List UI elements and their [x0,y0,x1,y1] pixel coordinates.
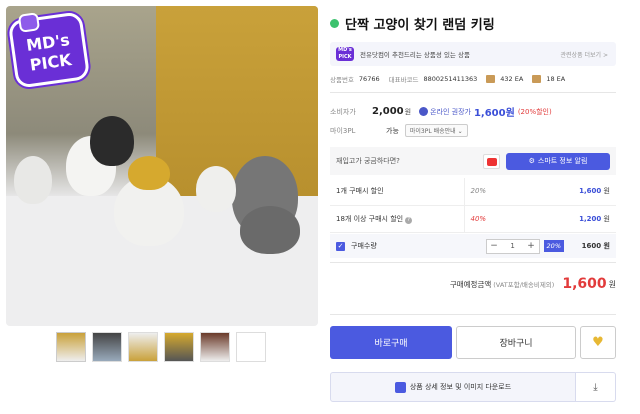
box-icon [486,75,496,83]
product-code: 76766 [358,75,380,83]
cat-figure-back-white [196,166,236,212]
heart-icon[interactable]: ♥ [580,326,616,359]
table-row: 1개 구매시 할인 20% 1,600 원 [330,178,616,206]
stock-qty-2: 18 EA [546,75,566,83]
product-main-image: MD's PICK [6,6,318,326]
online-price-tag: 온라인 권장가 [419,107,471,117]
thumbnail-4[interactable] [164,332,194,362]
discount-label: 18개 이상 구매시 할인 [336,214,404,223]
image-icon [394,381,406,393]
add-to-cart-button[interactable]: 장바구니 [456,326,576,359]
quantity-row: ✓ 구매수량 − 1 + 20% 1600 원 [330,234,616,258]
quantity-checkbox[interactable]: ✓ [336,241,345,251]
product-code-label: 상품번호 [330,76,354,84]
md-pick-banner: MD's PICK 전유닷컴이 추천드리는 상품성 있는 상품 관련상품 더보기… [330,42,616,66]
discount-rate: 40% [463,205,536,233]
cat-figure-gray-body [240,206,300,254]
thumbnail-strip [56,332,266,362]
mai3pl-shipping-button[interactable]: 마이3PL 배송안내 ⌄ [404,124,468,137]
total-label: 구매예정금액 [449,279,492,289]
info-icon[interactable]: ? [405,216,413,224]
product-title: 단짝 고양이 찾기 랜덤 키링 [345,18,495,33]
buy-now-button[interactable]: 바로구매 [330,326,452,359]
md-pick-mini-badge: MD's PICK [336,47,354,61]
md-pick-badge: MD's PICK [7,11,91,89]
download-label: 상품 상세 정보 및 이미지 다운로드 [409,383,512,391]
cat-figure-black-white [90,116,134,166]
quantity-stepper: − 1 + [485,238,540,254]
minus-button[interactable]: − [487,241,502,251]
download-icon[interactable]: ⤓ [576,372,616,402]
download-row: 상품 상세 정보 및 이미지 다운로드 ⤓ [330,372,616,402]
discount-price: 1,600 [579,187,602,196]
restock-box: 재입고가 궁금하다면? ⚙ 스마트 정보 알림 [330,147,616,175]
thumbnail-2[interactable] [92,332,122,362]
restock-question: 재입고가 궁금하다면? [336,157,400,165]
product-meta: 상품번호 76766 대표바코드 8800251411363 432 EA 18… [330,74,565,84]
mai3pl-availability: 가능 [386,126,399,135]
background-wall [156,6,318,196]
download-detail-button[interactable]: 상품 상세 정보 및 이미지 다운로드 [330,372,576,402]
divider [330,262,616,263]
mai3pl-row: 마이3PL 가능 마이3PL 배송안내 ⌄ [330,124,468,137]
quantity-input[interactable]: 1 [502,242,524,250]
total-price-unit: 원 [608,279,616,289]
quantity-price: 1600 원 [581,242,610,250]
consumer-price-label: 소비자가 [330,107,356,116]
gear-icon: ⚙ [528,157,535,165]
md-pick-text: 전유닷컴이 추천드리는 상품성 있는 상품 [360,51,470,59]
quantity-label: 구매수량 [351,242,377,250]
online-price: 1,600원 [473,108,515,119]
smart-info-label: 스마트 정보 알림 [537,157,588,165]
mai3pl-label: 마이3PL [330,126,356,135]
action-buttons: 바로구매 장바구니 ♥ [330,326,616,359]
thumbnail-6[interactable] [236,332,266,362]
thumbnail-5[interactable] [200,332,230,362]
smart-info-alert-button[interactable]: ⚙ 스마트 정보 알림 [506,152,610,170]
thumbnail-1[interactable] [56,332,86,362]
consumer-price: 2,000 [372,106,404,117]
online-price-label: 온라인 권장가 [430,107,471,116]
cat-figure-left [14,156,52,204]
discount-rate: 20% [463,178,536,206]
discount-price-unit: 원 [603,187,610,196]
divider [330,92,616,93]
product-title-row: 단짝 고양이 찾기 랜덤 키링 [330,14,495,33]
table-row: 18개 이상 구매시 할인? 40% 1,200 원 [330,205,616,233]
cat-figure-yellow-patch [128,156,170,190]
total-sub: (VAT포함/배송비제외) [493,281,555,289]
discount-price: 1,200 [579,214,602,223]
barcode-label: 대표바코드 [388,76,419,84]
quantity-rate-badge: 20% [543,240,564,252]
price-row: 소비자가 2,000 원 온라인 권장가 1,600원 (20%할인) [330,104,552,119]
related-products-link[interactable]: 관련상품 더보기 > [561,50,608,59]
discount-percent: (20%할인) [517,107,552,116]
total-price: 1,600 [562,276,607,292]
stock-qty-1: 432 EA [500,75,524,83]
plus-button[interactable]: + [524,241,539,251]
md-mini-line1: MD's [338,47,352,53]
consumer-price-unit: 원 [404,107,412,116]
box-stack-icon [532,75,542,83]
youtube-icon[interactable] [483,153,500,169]
badge-check-icon [419,107,429,116]
status-dot-icon [330,19,339,28]
thumbs-up-icon [17,12,41,33]
discount-table: 1개 구매시 할인 20% 1,600 원 18개 이상 구매시 할인? 40%… [330,178,616,233]
md-mini-line2: PICK [338,54,352,60]
thumbnail-3[interactable] [128,332,158,362]
barcode-value: 8800251411363 [423,75,478,83]
total-row: 구매예정금액 (VAT포함/배송비제외) 1,600 원 [330,276,616,292]
discount-label: 1개 구매시 할인 [330,178,464,206]
divider [330,314,616,315]
discount-price-unit: 원 [603,214,610,223]
